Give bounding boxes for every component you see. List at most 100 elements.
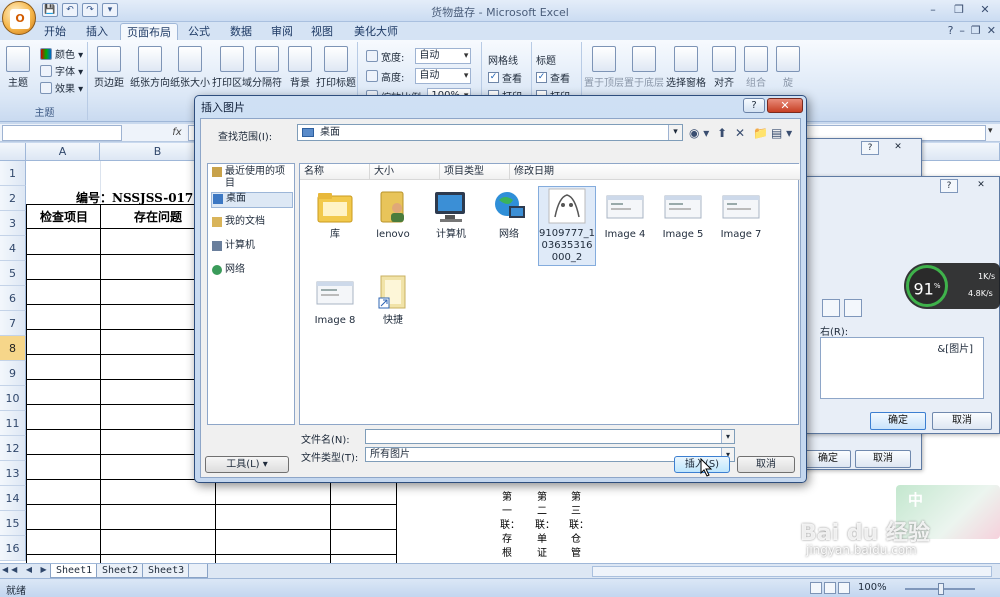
rotate-button[interactable]: 旋: [776, 46, 800, 89]
row-header[interactable]: 4: [0, 236, 26, 261]
file-item[interactable]: 计算机: [422, 188, 480, 241]
row-header[interactable]: 10: [0, 386, 26, 411]
dialog-close-button[interactable]: ✕: [767, 98, 803, 113]
col-name-header[interactable]: 名称: [300, 164, 370, 180]
place-recent[interactable]: 最近使用的项目: [211, 166, 293, 190]
orientation-button[interactable]: 纸张方向: [130, 46, 170, 89]
selection-pane-button[interactable]: 选择窗格: [666, 46, 706, 89]
select-all-corner[interactable]: [0, 143, 26, 161]
back-dialog-close-button[interactable]: ✕: [889, 141, 907, 155]
margins-button[interactable]: 页边距: [94, 46, 124, 89]
wb-close-icon[interactable]: ✕: [987, 24, 996, 37]
row-header[interactable]: 5: [0, 261, 26, 286]
wb-restore-icon[interactable]: ❐: [971, 24, 981, 37]
bring-front-button[interactable]: 置于顶层: [584, 46, 624, 89]
help-icon[interactable]: ?: [948, 24, 954, 37]
file-item[interactable]: Image 5: [654, 188, 712, 241]
insert-sheet-icon[interactable]: [188, 564, 208, 578]
horizontal-scrollbar[interactable]: [592, 566, 992, 577]
wb-minimize-icon[interactable]: –: [959, 24, 965, 37]
front-dialog-help-button[interactable]: ?: [940, 179, 958, 193]
breaks-button[interactable]: 分隔符: [252, 46, 282, 89]
row-header[interactable]: 11: [0, 411, 26, 436]
minimize-icon[interactable]: –: [922, 2, 944, 18]
file-item[interactable]: Image 7: [712, 188, 770, 241]
normal-view-icon[interactable]: [810, 582, 822, 594]
group-button[interactable]: 组合: [744, 46, 768, 89]
zoom-level[interactable]: 100%: [858, 582, 887, 593]
effects-button[interactable]: 效果 ▾: [40, 80, 83, 95]
place-documents[interactable]: 我的文档: [211, 216, 293, 230]
delete-icon[interactable]: ✕: [735, 125, 745, 141]
fonts-button[interactable]: 字体 ▾: [40, 63, 83, 78]
sheet-tab-3[interactable]: Sheet3: [142, 564, 191, 578]
file-item[interactable]: Image 4: [596, 188, 654, 241]
sheet-tab-2[interactable]: Sheet2: [96, 564, 145, 578]
file-item[interactable]: 库: [306, 188, 364, 241]
row-header[interactable]: 8: [0, 336, 26, 361]
back-dialog-help-button[interactable]: ?: [861, 141, 879, 155]
row-header[interactable]: 6: [0, 286, 26, 311]
column-header-a[interactable]: A: [26, 143, 100, 161]
filename-input[interactable]: ▾: [365, 429, 735, 444]
col-date-header[interactable]: 修改日期: [510, 164, 800, 180]
tab-formulas[interactable]: 公式: [182, 23, 216, 41]
print-area-button[interactable]: 打印区域: [212, 46, 252, 89]
back-dialog-ok-button[interactable]: 确定: [805, 450, 851, 468]
front-dialog-close-button[interactable]: ✕: [972, 179, 990, 193]
colors-button[interactable]: 颜色 ▾: [40, 46, 83, 61]
tab-data[interactable]: 数据: [224, 23, 258, 41]
tab-home[interactable]: 开始: [38, 23, 72, 41]
page-break-view-icon[interactable]: [838, 582, 850, 594]
place-network[interactable]: 网络: [211, 264, 293, 278]
col-type-header[interactable]: 项目类型: [440, 164, 510, 180]
insert-picture-icon[interactable]: [822, 299, 840, 317]
file-item[interactable]: lenovo: [364, 188, 422, 241]
cancel-button[interactable]: 取消: [737, 456, 795, 473]
row-header[interactable]: 7: [0, 311, 26, 336]
align-button[interactable]: 对齐: [712, 46, 736, 89]
dialog-help-button[interactable]: ?: [743, 98, 765, 113]
expand-formula-icon[interactable]: ▾: [988, 126, 998, 140]
gridlines-view-checkbox[interactable]: ✓: [488, 72, 499, 83]
themes-button[interactable]: 主题: [6, 46, 30, 89]
row-header[interactable]: 9: [0, 361, 26, 386]
front-dialog-cancel-button[interactable]: 取消: [932, 412, 992, 430]
place-desktop[interactable]: 桌面: [211, 192, 293, 208]
row-header[interactable]: 1: [0, 161, 26, 186]
right-section-textarea[interactable]: &[图片]: [820, 337, 984, 399]
row-header[interactable]: 12: [0, 436, 26, 461]
headings-view-checkbox[interactable]: ✓: [536, 72, 547, 83]
filename-dropdown-icon[interactable]: ▾: [721, 430, 734, 443]
place-computer[interactable]: 计算机: [211, 240, 293, 254]
back-dialog-cancel-button[interactable]: 取消: [855, 450, 911, 468]
views-icon[interactable]: ▤ ▾: [771, 125, 792, 141]
tab-view[interactable]: 视图: [305, 23, 339, 41]
file-item[interactable]: 网络: [480, 188, 538, 241]
tab-page-layout[interactable]: 页面布局: [120, 23, 178, 41]
row-header[interactable]: 16: [0, 536, 26, 561]
new-folder-icon[interactable]: 📁: [753, 125, 768, 141]
zoom-slider-handle[interactable]: [938, 583, 944, 595]
front-dialog-ok-button[interactable]: 确定: [870, 412, 926, 430]
maximize-icon[interactable]: ❐: [948, 2, 970, 18]
col-size-header[interactable]: 大小: [370, 164, 440, 180]
tab-beautify[interactable]: 美化大师: [348, 23, 404, 41]
tools-button[interactable]: 工具(L) ▾: [205, 456, 289, 473]
file-item[interactable]: Image 8: [306, 274, 364, 327]
file-item-selected[interactable]: 9109777_103635316000_2: [538, 186, 596, 266]
look-in-dropdown-icon[interactable]: ▾: [668, 125, 682, 140]
row-header[interactable]: 3: [0, 211, 26, 236]
back-icon[interactable]: ◉ ▾: [689, 125, 709, 141]
send-back-button[interactable]: 置于底层: [624, 46, 664, 89]
width-select[interactable]: 自动: [415, 48, 472, 64]
row-header[interactable]: 13: [0, 461, 26, 486]
up-folder-icon[interactable]: ⬆: [717, 125, 727, 141]
sheet-tab-1[interactable]: Sheet1: [50, 564, 99, 578]
fx-icon[interactable]: fx: [168, 125, 186, 141]
tab-review[interactable]: 审阅: [265, 23, 299, 41]
close-icon[interactable]: ✕: [974, 2, 996, 18]
file-item[interactable]: 快捷: [364, 274, 422, 327]
row-header[interactable]: 15: [0, 511, 26, 536]
look-in-select[interactable]: 桌面 ▾: [297, 124, 683, 141]
